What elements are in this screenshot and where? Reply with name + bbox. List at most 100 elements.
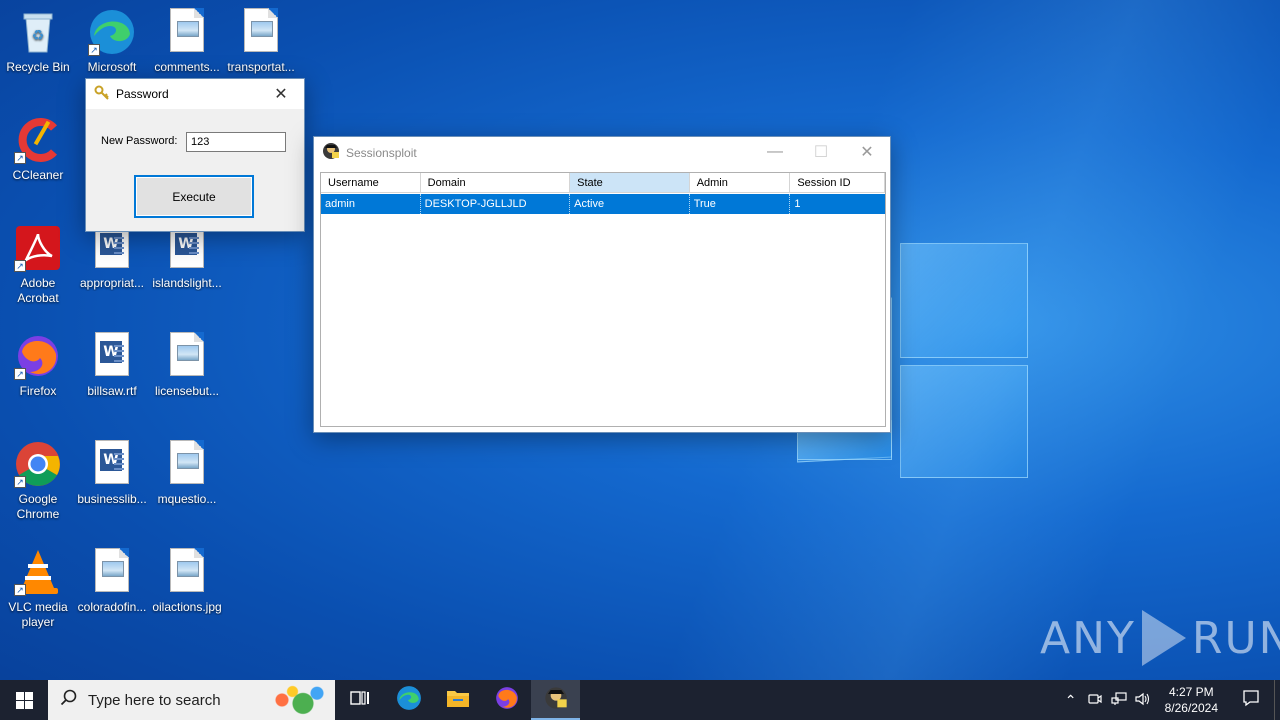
column-header-domain[interactable]: Domain [420, 173, 571, 193]
desktop-icon-mquestio[interactable]: mquestio... [149, 440, 225, 507]
taskbar-sessionsploit-button[interactable] [531, 680, 580, 720]
desktop-icon-businesslib[interactable]: W businesslib... [74, 440, 150, 507]
shortcut-arrow-icon: ↗ [14, 584, 26, 596]
cell-session-id: 1 [794, 198, 801, 210]
desktop-icon-label: islandslight... [152, 276, 222, 290]
ccleaner-icon: ↗ [14, 116, 62, 164]
search-placeholder: Type here to search [88, 691, 221, 709]
desktop-icon-label: oilactions.jpg [152, 600, 222, 614]
notification-center-button[interactable] [1228, 689, 1274, 712]
taskbar-clock[interactable]: 4:27 PM 8/26/2024 [1155, 684, 1228, 716]
image-file-icon [88, 548, 136, 596]
sessions-table[interactable]: Username Domain State Admin Session ID a… [320, 172, 886, 427]
acrobat-icon: ↗ [14, 224, 62, 272]
shortcut-arrow-icon: ↗ [88, 44, 100, 56]
watermark-right-text: RUN [1191, 612, 1280, 664]
sessionsploit-title: Sessionsploit [346, 145, 417, 160]
desktop-icon-appropriat[interactable]: W appropriat... [74, 224, 150, 291]
close-button[interactable]: ✕ [844, 137, 890, 167]
close-button[interactable]: ✕ [258, 79, 304, 109]
column-header-session-id[interactable]: Session ID [790, 173, 886, 193]
execute-button[interactable]: Execute [134, 175, 254, 218]
desktop-icon-firefox[interactable]: ↗ Firefox [0, 332, 76, 399]
task-view-button[interactable] [335, 680, 384, 720]
desktop-icon-ccleaner[interactable]: ↗ CCleaner [0, 116, 76, 183]
image-file-icon [237, 8, 285, 56]
minimize-button[interactable]: — [752, 137, 798, 167]
desktop-icon-label: Google Chrome [16, 492, 60, 521]
desktop-icon-adobe-acrobat[interactable]: ↗ Adobe Acrobat [0, 224, 76, 306]
column-header-username[interactable]: Username [321, 173, 421, 193]
windows-icon [15, 691, 33, 709]
shortcut-arrow-icon: ↗ [14, 368, 26, 380]
desktop-icon-label: Recycle Bin [6, 60, 70, 74]
volume-icon[interactable] [1131, 692, 1155, 709]
desktop-icon-label: appropriat... [79, 276, 145, 290]
desktop-icon-vlc[interactable]: ↗ VLC media player [0, 548, 76, 630]
image-file-icon [163, 548, 211, 596]
show-desktop-button[interactable] [1274, 680, 1280, 720]
desktop-icon-coloradofin[interactable]: coloradofin... [74, 548, 150, 615]
network-icon[interactable] [1107, 691, 1131, 709]
edge-icon [396, 685, 422, 716]
sessionsploit-titlebar[interactable]: Sessionsploit — ☐ ✕ [314, 137, 890, 168]
sessionsploit-app-icon [322, 142, 340, 163]
word-document-icon: W [88, 440, 136, 488]
recycle-bin-icon: ♻ [14, 8, 62, 56]
clock-time: 4:27 PM [1168, 685, 1214, 699]
vlc-icon: ↗ [14, 548, 62, 596]
table-row[interactable]: admin DESKTOP-JGLLJLD Active True 1 [321, 194, 885, 214]
desktop-icon-label: licensebut... [154, 384, 220, 398]
desktop-icon-billsaw[interactable]: W billsaw.rtf [74, 332, 150, 399]
desktop-icon-label: Microsoft Edge [87, 60, 137, 74]
new-password-input[interactable] [186, 132, 286, 152]
firefox-icon: ↗ [14, 332, 62, 380]
desktop-icon-oilactions[interactable]: oilactions.jpg [149, 548, 225, 615]
new-password-label: New Password: [101, 135, 178, 147]
desktop-icon-google-chrome[interactable]: ↗ Google Chrome [0, 440, 76, 522]
shortcut-arrow-icon: ↗ [14, 152, 26, 164]
column-header-admin[interactable]: Admin [689, 173, 791, 193]
folder-icon [446, 688, 470, 713]
table-header: Username Domain State Admin Session ID [321, 173, 886, 193]
desktop-icon-label: CCleaner [12, 168, 64, 182]
desktop-icon-recycle-bin[interactable]: ♻ Recycle Bin [0, 8, 76, 75]
notification-icon [1243, 689, 1259, 706]
shortcut-arrow-icon: ↗ [14, 260, 26, 272]
sessionsploit-window: Sessionsploit — ☐ ✕ Username Domain Stat… [313, 136, 891, 433]
cell-username: admin [321, 194, 421, 214]
column-header-state[interactable]: State [570, 173, 690, 193]
desktop-icon-comments[interactable]: comments... [149, 8, 225, 75]
start-button[interactable] [0, 680, 48, 720]
anyrun-watermark: ANY RUN [1040, 610, 1280, 666]
search-highlight-icon [261, 683, 331, 717]
system-tray: ⌃ 4:27 PM 8/26/2024 [1059, 680, 1280, 720]
maximize-button[interactable]: ☐ [798, 137, 844, 167]
desktop-icon-label: VLC media player [8, 600, 68, 629]
image-file-icon [163, 440, 211, 488]
desktop-icon-label: Adobe Acrobat [17, 276, 59, 305]
close-icon: ✕ [860, 144, 874, 161]
desktop-icon-label: transportat... [227, 60, 295, 74]
desktop-icon-transportat[interactable]: transportat... [223, 8, 299, 75]
taskbar-firefox-button[interactable] [482, 680, 531, 720]
desktop-icon-label: billsaw.rtf [87, 384, 137, 398]
watermark-left-text: ANY [1040, 612, 1136, 664]
play-icon [1141, 610, 1186, 666]
desktop-icon-licensebut[interactable]: licensebut... [149, 332, 225, 399]
meet-now-icon[interactable] [1083, 692, 1107, 709]
minimize-icon: — [767, 143, 783, 160]
shortcut-arrow-icon: ↗ [14, 476, 26, 488]
password-dialog-titlebar[interactable]: Password ✕ [86, 79, 304, 109]
desktop-icon-label: comments... [154, 60, 220, 74]
edge-icon: ↗ [88, 8, 136, 56]
taskbar-search-box[interactable]: Type here to search [48, 680, 335, 720]
chevron-up-icon[interactable]: ⌃ [1059, 692, 1083, 709]
cell-admin: True [690, 194, 791, 214]
desktop-icon-islandslight[interactable]: W islandslight... [149, 224, 225, 291]
desktop-icon-edge[interactable]: ↗ Microsoft Edge [74, 8, 150, 75]
desktop-icon-label: coloradofin... [77, 600, 147, 614]
taskbar-file-explorer-button[interactable] [433, 680, 482, 720]
taskbar-edge-button[interactable] [384, 680, 433, 720]
firefox-icon [494, 685, 520, 716]
